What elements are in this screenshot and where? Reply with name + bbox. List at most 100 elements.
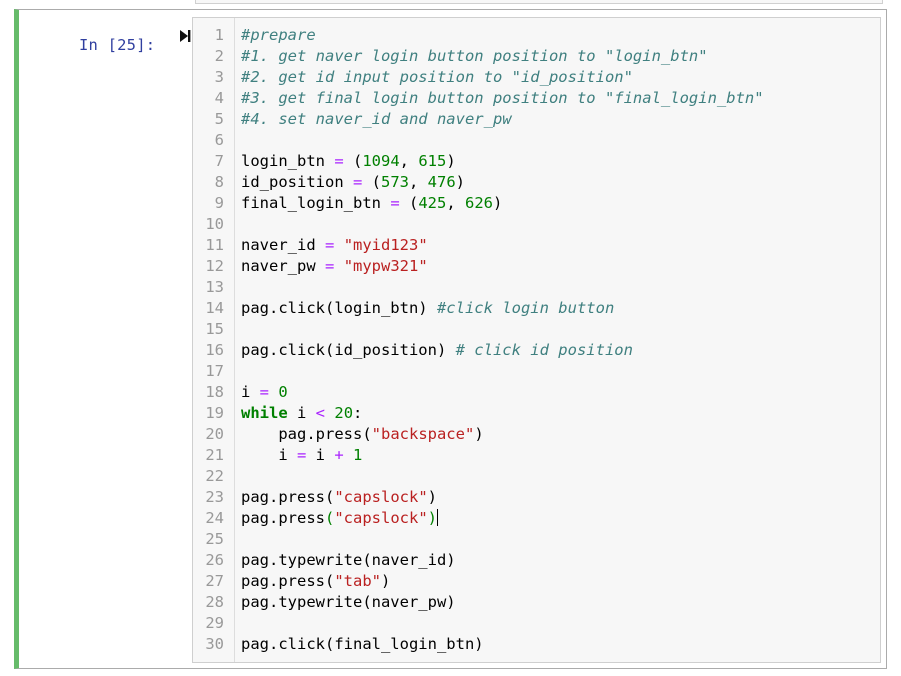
line-number: 10 — [205, 215, 224, 233]
code-line[interactable]: #2. get id input position to "id_positio… — [241, 67, 633, 88]
line-number: 19 — [205, 404, 224, 422]
code-line[interactable]: pag.click(login_btn) #click login button — [241, 298, 614, 319]
code-token: "tab" — [334, 572, 381, 590]
code-token: login_btn — [241, 152, 335, 170]
line-number: 2 — [214, 47, 224, 65]
code-token: 626 — [465, 194, 493, 212]
code-line[interactable]: id_position = (573, 476) — [241, 172, 465, 193]
code-line[interactable]: naver_id = "myid123" — [241, 235, 428, 256]
code-token: naver_id — [241, 236, 325, 254]
code-token: , — [399, 152, 419, 170]
line-number: 3 — [214, 68, 224, 86]
code-line[interactable]: #3. get final login button position to "… — [241, 88, 764, 109]
code-line[interactable]: pag.press("capslock") — [241, 508, 439, 529]
code-line[interactable]: naver_pw = "mypw321" — [241, 256, 428, 277]
line-number: 15 — [205, 320, 224, 338]
code-token: pag.click(id_position) — [241, 341, 456, 359]
code-cell[interactable]: In [25]: 1 2 3 4 5 6 7 8 9 10 11 12 13 14 15 16 17 18 19 20… — [14, 9, 887, 669]
code-editor[interactable]: 1 2 3 4 5 6 7 8 9 10 11 12 13 14 15 16 17 18 19 20 21 22 23 24 2… — [192, 17, 881, 663]
code-token: #click login button — [436, 299, 615, 317]
code-line[interactable]: i = 0 — [241, 382, 288, 403]
code-token: = — [297, 446, 307, 464]
code-token: while — [241, 404, 288, 422]
line-number: 26 — [205, 551, 224, 569]
code-token: pag.typewrite(naver_id) — [241, 551, 456, 569]
previous-cell-bottom-edge — [195, 0, 883, 4]
code-line[interactable]: pag.click(id_position) # click id positi… — [241, 340, 633, 361]
code-line[interactable]: pag.click(final_login_btn) — [241, 634, 484, 655]
code-token: pag.typewrite(naver_pw) — [241, 593, 456, 611]
text-cursor — [437, 509, 439, 526]
code-token: pag.click(login_btn) — [241, 299, 437, 317]
code-token: 573 — [381, 173, 409, 191]
code-token: < — [315, 404, 326, 422]
code-token: pag.click(final_login_btn) — [241, 635, 484, 653]
code-token: = — [325, 236, 335, 254]
code-line[interactable]: pag.press("tab") — [241, 571, 390, 592]
code-token: "capslock" — [334, 488, 428, 506]
code-token: ) — [474, 425, 484, 443]
code-line[interactable]: final_login_btn = (425, 626) — [241, 193, 502, 214]
code-line[interactable]: pag.press("capslock") — [241, 487, 437, 508]
line-number: 25 — [205, 530, 224, 548]
run-cell-icon[interactable] — [178, 28, 192, 44]
code-token: , — [409, 173, 428, 191]
line-number: 21 — [205, 446, 224, 464]
line-number: 4 — [214, 89, 224, 107]
line-number-gutter: 1 2 3 4 5 6 7 8 9 10 11 12 13 14 15 16 17 18 19 20 21 22 23 24 2… — [193, 18, 235, 662]
code-line[interactable]: #prepare — [241, 25, 316, 46]
code-token: : — [353, 404, 363, 422]
code-token: naver_pw — [241, 257, 325, 275]
code-token: pag.press( — [241, 488, 335, 506]
code-token: 0 — [278, 383, 288, 401]
line-number: 6 — [214, 131, 224, 149]
code-token: 1 — [353, 446, 363, 464]
line-number: 30 — [205, 635, 224, 653]
code-line[interactable]: pag.typewrite(naver_pw) — [241, 592, 456, 613]
line-number: 7 — [214, 152, 224, 170]
code-token: pag.press( — [241, 572, 335, 590]
code-token: i — [306, 446, 335, 464]
code-token: ( — [362, 173, 381, 191]
code-token: "capslock" — [334, 509, 428, 527]
code-token: #3. get final login button position to "… — [241, 89, 764, 107]
code-line[interactable]: i = i + 1 — [241, 445, 362, 466]
code-token: #prepare — [241, 26, 316, 44]
line-number: 22 — [205, 467, 224, 485]
line-number: 5 — [214, 110, 224, 128]
line-number: 13 — [205, 278, 224, 296]
code-token: = — [325, 257, 335, 275]
code-token: + — [334, 446, 344, 464]
code-line[interactable]: login_btn = (1094, 615) — [241, 151, 456, 172]
code-token: = — [259, 383, 270, 401]
code-token: ( — [343, 152, 363, 170]
code-token: ) — [427, 509, 438, 527]
code-line[interactable]: #1. get naver login button position to "… — [241, 46, 708, 67]
code-token: "backspace" — [371, 425, 475, 443]
code-token: #1. get naver login button position to "… — [241, 47, 708, 65]
line-number: 1 — [214, 26, 224, 44]
code-token: #2. get id input position to "id_positio… — [241, 68, 633, 86]
code-line[interactable]: while i < 20: — [241, 403, 362, 424]
code-token: pag.press( — [241, 425, 372, 443]
code-token: = — [352, 173, 363, 191]
code-line[interactable]: #4. set naver_id and naver_pw — [241, 109, 512, 130]
line-number: 28 — [205, 593, 224, 611]
code-line[interactable]: pag.press("backspace") — [241, 424, 484, 445]
code-token: "mypw321" — [343, 257, 428, 275]
code-token: i — [241, 383, 260, 401]
code-token: ( — [325, 509, 335, 527]
code-token: , — [446, 194, 465, 212]
code-token: 476 — [427, 173, 456, 191]
line-number: 29 — [205, 614, 224, 632]
line-number: 11 — [205, 236, 224, 254]
code-token: i — [287, 404, 316, 422]
code-token: 20 — [334, 404, 354, 422]
code-line[interactable]: pag.typewrite(naver_id) — [241, 550, 456, 571]
code-token: 1094 — [362, 152, 400, 170]
